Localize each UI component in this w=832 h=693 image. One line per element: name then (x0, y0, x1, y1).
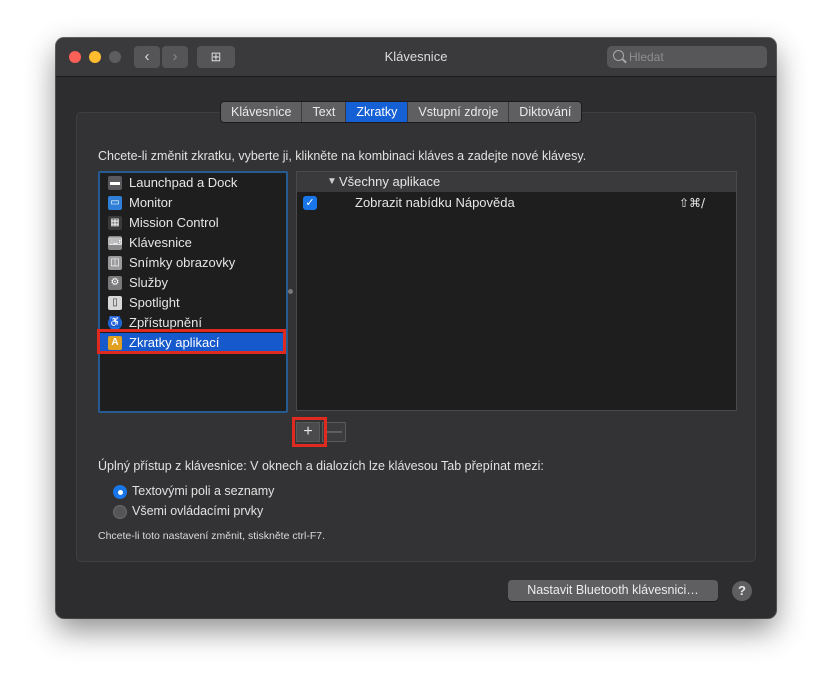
disclosure-triangle-icon[interactable]: ▼ (327, 172, 337, 192)
search-input[interactable] (629, 48, 759, 66)
category-item-app-shortcuts[interactable]: A Zkratky aplikací (100, 333, 286, 353)
shortcut-keys[interactable]: ⇧⌘/ (679, 193, 705, 213)
category-label: Launchpad a Dock (129, 175, 238, 190)
split-view-handle[interactable] (288, 289, 293, 294)
tab-text[interactable]: Text (302, 102, 347, 122)
category-item-accessibility[interactable]: ♿ Zpřístupnění (100, 313, 286, 333)
title-bar: ‹ › ⊞ Klávesnice (56, 38, 776, 77)
full-keyboard-access-label: Úplný přístup z klávesnice: V oknech a d… (98, 459, 544, 473)
category-label: Zkratky aplikací (129, 335, 220, 350)
category-label: Služby (129, 275, 169, 290)
search-icon (613, 50, 624, 61)
add-shortcut-button[interactable]: + (296, 422, 320, 442)
spotlight-icon: ▯ (108, 296, 122, 310)
help-button[interactable]: ? (732, 581, 752, 601)
category-item-mission-control[interactable]: ▦ Mission Control (100, 213, 286, 233)
category-label: Spotlight (129, 295, 180, 310)
monitor-icon: ▭ (108, 196, 122, 210)
tab-dictation[interactable]: Diktování (509, 102, 582, 122)
launchpad-icon: ▬ (108, 176, 122, 190)
add-remove-buttons: + — (296, 422, 348, 442)
category-label: Zpřístupnění (129, 315, 202, 330)
tab-shortcuts[interactable]: Zkratky (346, 102, 409, 122)
shortcut-group-row[interactable]: ▼ Všechny aplikace (297, 172, 736, 192)
category-item-screenshots[interactable]: ◫ Snímky obrazovky (100, 253, 286, 273)
category-label: Mission Control (129, 215, 219, 230)
radio-label[interactable]: Všemi ovládacími prvky (132, 504, 263, 518)
mission-control-icon: ▦ (108, 216, 122, 230)
accessibility-icon: ♿ (108, 316, 122, 330)
category-item-services[interactable]: ⚙ Služby (100, 273, 286, 293)
category-label: Monitor (129, 195, 173, 210)
remove-shortcut-button[interactable]: — (322, 422, 346, 442)
radio-label[interactable]: Textovými poli a seznamy (132, 484, 274, 498)
keyboard-icon: ⌨ (108, 236, 123, 250)
shortcut-list[interactable]: ▼ Všechny aplikace ✓ Zobrazit nabídku Ná… (296, 171, 737, 411)
preferences-window: ‹ › ⊞ Klávesnice Klávesnice Text Zkratky… (56, 38, 776, 618)
category-item-monitor[interactable]: ▭ Monitor (100, 193, 286, 213)
tab-bar: Klávesnice Text Zkratky Vstupní zdroje D… (220, 101, 583, 123)
hint-text: Chcete-li toto nastavení změnit, stiskně… (98, 530, 326, 542)
category-item-launchpad[interactable]: ▬ Launchpad a Dock (100, 173, 286, 193)
category-item-spotlight[interactable]: ▯ Spotlight (100, 293, 286, 313)
category-list[interactable]: ▬ Launchpad a Dock ▭ Monitor ▦ Mission C… (98, 171, 288, 413)
shortcut-row[interactable]: ✓ Zobrazit nabídku Nápověda ⇧⌘/ (297, 193, 736, 213)
tab-input-sources[interactable]: Vstupní zdroje (408, 102, 510, 122)
setup-bluetooth-keyboard-button[interactable]: Nastavit Bluetooth klávesnici… (508, 580, 718, 601)
radio-text-fields[interactable] (113, 485, 127, 499)
instructions-text: Chcete-li změnit zkratku, vyberte ji, kl… (98, 149, 587, 163)
radio-all-controls[interactable] (113, 505, 127, 519)
category-label: Snímky obrazovky (129, 255, 236, 270)
search-field[interactable] (607, 46, 767, 68)
shortcut-label: Zobrazit nabídku Nápověda (355, 195, 515, 210)
group-label: Všechny aplikace (339, 174, 441, 189)
app-shortcuts-icon: A (108, 336, 122, 350)
gear-icon: ⚙ (108, 276, 122, 290)
category-item-keyboard[interactable]: ⌨ Klávesnice (100, 233, 286, 253)
tab-keyboard[interactable]: Klávesnice (221, 102, 303, 122)
category-label: Klávesnice (129, 235, 192, 250)
shortcut-checkbox[interactable]: ✓ (303, 196, 317, 210)
screenshot-icon: ◫ (108, 256, 122, 270)
